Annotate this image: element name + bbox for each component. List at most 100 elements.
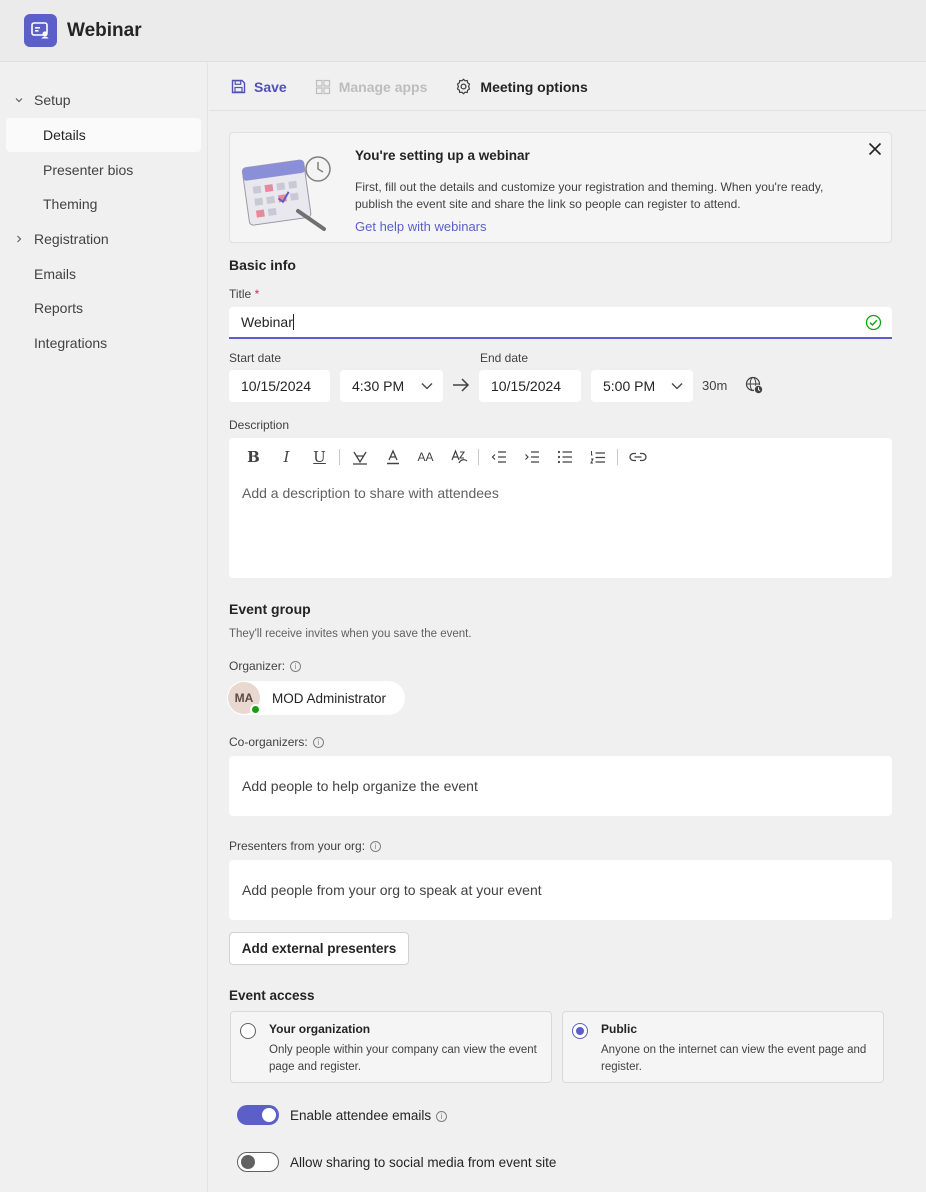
coorganizers-label-text: Co-organizers: xyxy=(229,735,308,749)
sidebar-item-label: Theming xyxy=(43,196,98,213)
chevron-down-icon xyxy=(421,383,433,390)
font-size-button[interactable]: AA xyxy=(409,446,442,468)
help-webinars-link[interactable]: Get help with webinars xyxy=(355,219,487,234)
clear-format-button[interactable] xyxy=(442,446,475,468)
link-icon xyxy=(628,452,647,462)
sidebar-item-label: Integrations xyxy=(34,335,108,352)
event-group-subtext: They'll receive invites when you save th… xyxy=(229,628,472,640)
increase-indent-button[interactable] xyxy=(515,446,548,468)
sidebar-nav: Setup Details Presenter bios Theming Reg… xyxy=(0,63,208,1192)
sidebar-item-label: Registration xyxy=(34,231,109,248)
info-icon[interactable]: i xyxy=(290,661,302,673)
coorganizers-input[interactable]: Add people to help organize the event xyxy=(229,756,892,816)
title-label: Title * xyxy=(229,287,259,301)
social-sharing-toggle[interactable] xyxy=(237,1152,279,1172)
presenters-label-text: Presenters from your org: xyxy=(229,839,366,853)
start-date-picker[interactable]: 10/15/2024 xyxy=(229,370,330,402)
presenters-label: Presenters from your org: i xyxy=(229,839,382,853)
decrease-indent-button[interactable] xyxy=(482,446,515,468)
check-circle-icon xyxy=(865,314,882,331)
social-sharing-label: Allow sharing to social media from event… xyxy=(290,1155,557,1170)
toggle-knob xyxy=(262,1108,276,1122)
text-caret xyxy=(292,314,294,330)
time-zone-globe-icon[interactable] xyxy=(745,376,764,395)
sidebar-item-integrations[interactable]: Integrations xyxy=(0,326,207,361)
presenters-input[interactable]: Add people from your org to speak at you… xyxy=(229,860,892,920)
sidebar-item-label: Details xyxy=(43,127,86,144)
decrease-indent-icon xyxy=(491,451,506,463)
access-option-desc: Anyone on the internet can view the even… xyxy=(601,1044,867,1073)
app-header: Webinar xyxy=(0,0,926,62)
title-value: Webinar xyxy=(241,314,293,330)
setup-banner: You're setting up a webinar First, fill … xyxy=(229,132,892,243)
save-button[interactable]: Save xyxy=(231,79,287,95)
attendee-emails-toggle[interactable] xyxy=(237,1105,279,1125)
end-date-value: 10/15/2024 xyxy=(491,378,562,394)
italic-button[interactable]: I xyxy=(270,446,303,468)
title-label-text: Title xyxy=(229,287,252,301)
info-icon[interactable]: i xyxy=(312,737,324,749)
command-toolbar: Save Manage apps Meeting options xyxy=(209,63,926,111)
avatar: MA xyxy=(228,682,261,715)
organizer-name: MOD Administrator xyxy=(272,690,387,706)
calendar-illustration-icon xyxy=(241,156,331,231)
description-label: Description xyxy=(229,418,290,432)
sidebar-item-label: Reports xyxy=(34,300,84,317)
sidebar-item-theming[interactable]: Theming xyxy=(0,187,207,222)
toolbar-divider xyxy=(478,449,479,465)
start-time-value: 4:30 PM xyxy=(352,378,405,394)
banner-title: You're setting up a webinar xyxy=(355,148,530,163)
description-placeholder: Add a description to share with attendee… xyxy=(242,485,499,501)
underline-button[interactable]: U xyxy=(303,446,336,468)
meeting-options-button[interactable]: Meeting options xyxy=(455,78,588,95)
presence-available-icon xyxy=(250,704,261,715)
toolbar-divider xyxy=(339,449,340,465)
info-icon[interactable]: i xyxy=(436,1110,448,1122)
access-option-your-organization[interactable]: Your organization Only people within you… xyxy=(230,1011,552,1083)
numbered-list-icon xyxy=(589,450,605,463)
close-icon xyxy=(868,142,882,156)
font-color-icon xyxy=(386,449,399,465)
highlight-button[interactable] xyxy=(343,446,376,468)
organizer-label: Organizer: i xyxy=(229,659,302,673)
font-color-button[interactable] xyxy=(376,446,409,468)
start-date-label: Start date xyxy=(229,351,282,365)
radio-public[interactable] xyxy=(572,1023,588,1039)
coorganizers-placeholder: Add people to help organize the event xyxy=(242,778,478,794)
access-option-title: Your organization xyxy=(269,1022,371,1036)
access-option-title: Public xyxy=(601,1022,638,1036)
sidebar-item-registration[interactable]: Registration xyxy=(0,222,207,257)
organizer-chip[interactable]: MA MOD Administrator xyxy=(227,681,405,715)
save-label: Save xyxy=(254,78,287,95)
info-icon[interactable]: i xyxy=(370,841,382,853)
add-external-presenters-button[interactable]: Add external presenters xyxy=(229,932,409,965)
sidebar-item-setup[interactable]: Setup xyxy=(0,83,207,118)
duration-text: 30m xyxy=(702,378,728,393)
numbered-list-button[interactable] xyxy=(581,446,614,468)
radio-your-organization[interactable] xyxy=(240,1023,256,1039)
end-time-dropdown[interactable]: 5:00 PM xyxy=(591,370,693,402)
bulleted-list-button[interactable] xyxy=(548,446,581,468)
start-date-value: 10/15/2024 xyxy=(241,378,312,394)
event-group-heading: Event group xyxy=(229,601,311,617)
access-option-public[interactable]: Public Anyone on the internet can view t… xyxy=(562,1011,884,1083)
start-time-dropdown[interactable]: 4:30 PM xyxy=(340,370,443,402)
arrow-right-icon xyxy=(453,378,470,392)
sidebar-item-reports[interactable]: Reports xyxy=(0,291,207,326)
sidebar-item-details[interactable]: Details xyxy=(6,117,201,153)
description-editor[interactable]: B I U AA Add a description to share with… xyxy=(229,438,892,578)
title-input[interactable]: Webinar xyxy=(229,307,892,339)
end-date-label: End date xyxy=(480,351,529,365)
close-banner-button[interactable] xyxy=(865,139,885,159)
sidebar-item-emails[interactable]: Emails xyxy=(0,256,207,291)
access-option-desc: Only people within your company can view… xyxy=(269,1044,537,1073)
meeting-options-label: Meeting options xyxy=(480,78,588,95)
bold-button[interactable]: B xyxy=(237,446,270,468)
bullet-list-icon xyxy=(557,450,572,464)
end-date-picker[interactable]: 10/15/2024 xyxy=(479,370,581,402)
manage-apps-button[interactable]: Manage apps xyxy=(315,79,427,95)
sidebar-item-presenter-bios[interactable]: Presenter bios xyxy=(0,152,207,187)
event-access-heading: Event access xyxy=(229,988,315,1003)
insert-link-button[interactable] xyxy=(621,446,654,468)
banner-text: First, fill out the details and customiz… xyxy=(355,180,824,211)
